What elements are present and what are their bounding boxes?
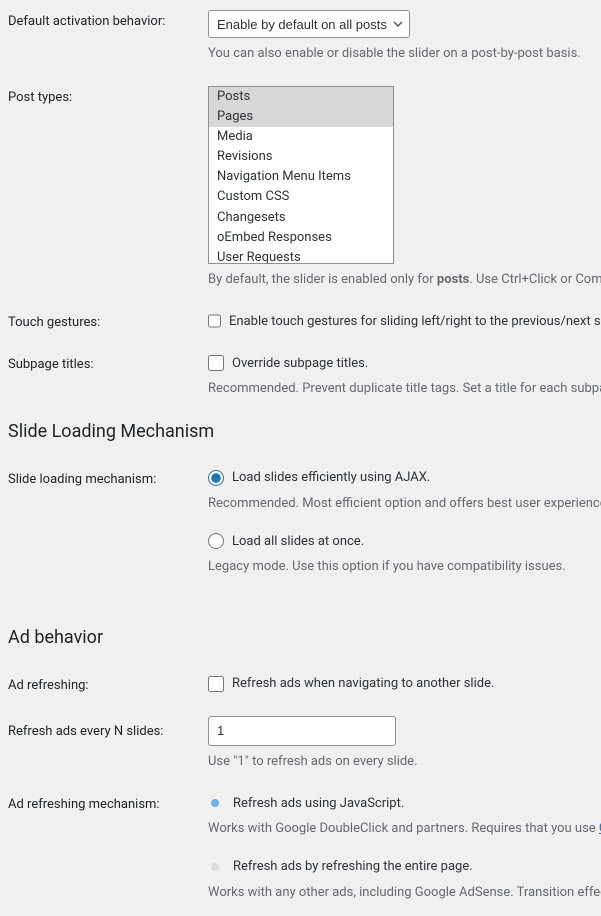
section-ad-title: Ad behavior xyxy=(8,627,601,648)
post-type-option[interactable]: User Requests xyxy=(209,248,393,264)
loading-all-radio[interactable] xyxy=(208,533,224,549)
ad-mech-js-text: Refresh ads using JavaScript. xyxy=(233,796,404,811)
ad-refresh-checkbox[interactable] xyxy=(208,676,224,692)
post-types-label: Post types: xyxy=(8,86,208,105)
refresh-n-label: Refresh ads every N slides: xyxy=(8,716,208,739)
default-activation-desc: You can also enable or disable the slide… xyxy=(208,44,601,64)
default-activation-label: Default activation behavior: xyxy=(8,10,208,29)
section-loading-title: Slide Loading Mechanism xyxy=(8,421,601,442)
refresh-n-desc: Use "1" to refresh ads on every slide. xyxy=(208,752,601,772)
post-types-select[interactable]: Posts Pages Media Revisions Navigation M… xyxy=(208,86,394,264)
refresh-n-input[interactable] xyxy=(208,716,396,746)
post-type-option[interactable]: Posts xyxy=(209,87,393,107)
subpage-label: Subpage titles: xyxy=(8,353,208,372)
loading-ajax-text: Load slides efficiently using AJAX. xyxy=(232,470,430,485)
loading-all-desc: Legacy mode. Use this option if you have… xyxy=(208,557,601,577)
subpage-checkbox[interactable] xyxy=(208,355,224,371)
ad-refresh-text: Refresh ads when navigating to another s… xyxy=(232,676,494,691)
loading-label: Slide loading mechanism: xyxy=(8,468,208,487)
post-type-option[interactable]: Media xyxy=(209,127,393,147)
default-activation-select[interactable]: Enable by default on all posts xyxy=(208,10,410,38)
ad-mech-page-radio[interactable] xyxy=(211,863,219,871)
subpage-text: Override subpage titles. xyxy=(232,356,368,371)
post-type-option[interactable]: oEmbed Responses xyxy=(209,228,393,248)
post-type-option[interactable]: Revisions xyxy=(209,147,393,167)
ad-mech-page-desc: Works with any other ads, including Goog… xyxy=(208,883,601,903)
post-types-desc: By default, the slider is enabled only f… xyxy=(208,270,601,290)
post-type-option[interactable]: Custom CSS xyxy=(209,187,393,207)
ad-mech-js-desc: Works with Google DoubleClick and partne… xyxy=(208,819,601,839)
touch-label: Touch gestures: xyxy=(8,311,208,330)
post-type-option[interactable]: Pages xyxy=(209,107,393,127)
post-type-option[interactable]: Navigation Menu Items xyxy=(209,167,393,187)
loading-all-text: Load all slides at once. xyxy=(232,534,364,549)
post-type-option[interactable]: Changesets xyxy=(209,208,393,228)
ad-mech-js-radio[interactable] xyxy=(211,799,219,807)
ad-refresh-label: Ad refreshing: xyxy=(8,674,208,693)
ad-mech-page-text: Refresh ads by refreshing the entire pag… xyxy=(233,859,473,874)
loading-ajax-desc: Recommended. Most efficient option and o… xyxy=(208,494,601,514)
touch-text: Enable touch gestures for sliding left/r… xyxy=(229,314,601,329)
touch-checkbox[interactable] xyxy=(208,313,221,329)
subpage-desc: Recommended. Prevent duplicate title tag… xyxy=(208,379,601,399)
ad-mech-label: Ad refreshing mechanism: xyxy=(8,793,208,812)
loading-ajax-radio[interactable] xyxy=(208,470,224,486)
